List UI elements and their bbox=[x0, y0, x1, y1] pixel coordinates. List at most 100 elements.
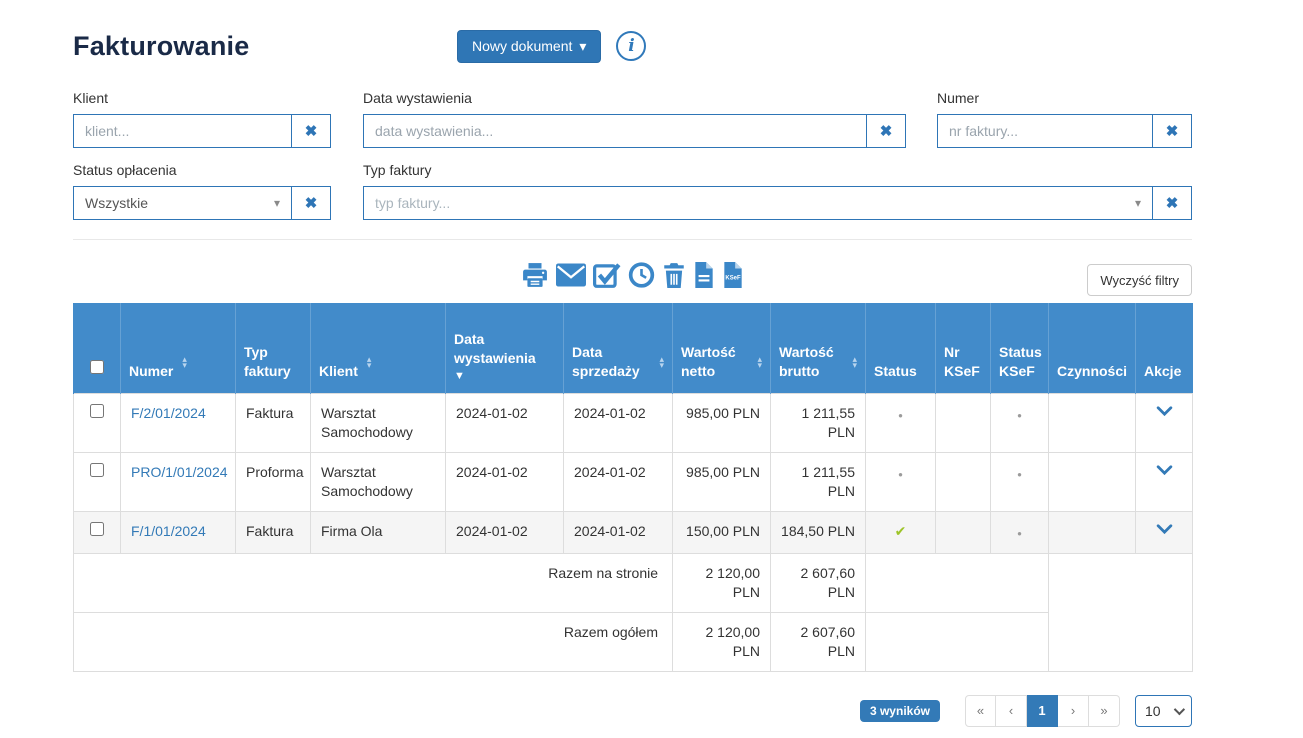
cell-wartosc-netto: 150,00 PLN bbox=[673, 511, 771, 553]
klient-clear-button[interactable]: ✖ bbox=[291, 114, 331, 148]
ksef-status-icon bbox=[1017, 405, 1022, 421]
ksef-status-icon bbox=[1017, 523, 1022, 539]
summary-page-netto: 2 120,00 PLN bbox=[673, 553, 771, 612]
row-actions-button[interactable] bbox=[1154, 522, 1175, 537]
document-icon bbox=[693, 262, 715, 288]
table-footer: 3 wyników « ‹ 1 › » 10 bbox=[73, 695, 1192, 727]
export-document-button[interactable] bbox=[692, 262, 716, 288]
summary-row-page: Razem na stronie 2 120,00 PLN 2 607,60 P… bbox=[74, 553, 1193, 612]
clear-x-icon: ✖ bbox=[880, 122, 893, 140]
data-wystawienia-filter-input[interactable] bbox=[363, 114, 867, 148]
ksef-document-icon: KSeF bbox=[722, 262, 744, 288]
pagination-prev-button[interactable]: ‹ bbox=[996, 695, 1027, 727]
status-oplacenia-clear-button[interactable]: ✖ bbox=[291, 186, 331, 220]
trash-icon bbox=[662, 262, 686, 288]
cell-czynnosci bbox=[1049, 511, 1136, 553]
delete-button[interactable] bbox=[661, 262, 687, 288]
ksef-icon-label: KSeF bbox=[725, 275, 741, 281]
row-checkbox[interactable] bbox=[90, 404, 104, 418]
cell-typ-faktury: Faktura bbox=[236, 511, 311, 553]
clear-filters-button[interactable]: Wyczyść filtry bbox=[1087, 264, 1192, 296]
page-size-select[interactable]: 10 bbox=[1135, 695, 1192, 727]
pagination-first-button[interactable]: « bbox=[965, 695, 996, 727]
numer-clear-button[interactable]: ✖ bbox=[1152, 114, 1192, 148]
sort-icon: ▴▾ bbox=[757, 356, 762, 368]
caret-down-icon: ▾ bbox=[274, 196, 280, 210]
cell-data-sprzedazy: 2024-01-02 bbox=[564, 511, 673, 553]
bulk-actions-toolbar: KSeF Wyczyść filtry bbox=[73, 262, 1192, 298]
column-header-klient[interactable]: Klient ▴▾ bbox=[311, 303, 446, 393]
ksef-send-button[interactable]: KSeF bbox=[721, 262, 745, 288]
summary-page-brutto: 2 607,60 PLN bbox=[771, 553, 866, 612]
cell-data-wystawienia: 2024-01-02 bbox=[446, 511, 564, 553]
row-checkbox[interactable] bbox=[90, 463, 104, 477]
mark-paid-button[interactable] bbox=[592, 262, 622, 288]
chevron-down-icon bbox=[1174, 703, 1185, 714]
payment-status-icon bbox=[898, 464, 903, 480]
column-header-typ-faktury: Typ faktury bbox=[236, 303, 311, 393]
sort-icon: ▴▾ bbox=[659, 356, 664, 368]
clear-x-icon: ✖ bbox=[1166, 122, 1179, 140]
clear-x-icon: ✖ bbox=[305, 122, 318, 140]
pagination-page-1-button[interactable]: 1 bbox=[1027, 695, 1058, 727]
column-header-data-wystawienia[interactable]: Data wystawienia ▼ bbox=[446, 303, 564, 393]
cell-wartosc-brutto: 1 211,55 PLN bbox=[771, 393, 866, 452]
clock-icon bbox=[628, 262, 655, 288]
invoice-number-link[interactable]: F/2/01/2024 bbox=[131, 405, 206, 421]
klient-filter-input[interactable] bbox=[73, 114, 292, 148]
column-header-czynnosci: Czynności bbox=[1049, 303, 1136, 393]
column-header-wartosc-brutto[interactable]: Wartość brutto ▴▾ bbox=[771, 303, 866, 393]
cell-nr-ksef bbox=[936, 452, 991, 511]
clear-x-icon: ✖ bbox=[1166, 194, 1179, 212]
cell-czynnosci bbox=[1049, 452, 1136, 511]
numer-filter-input[interactable] bbox=[937, 114, 1153, 148]
column-header-wartosc-netto[interactable]: Wartość netto ▴▾ bbox=[673, 303, 771, 393]
history-button[interactable] bbox=[627, 262, 656, 288]
status-oplacenia-select[interactable]: Wszystkie ▾ bbox=[73, 186, 292, 220]
cell-nr-ksef bbox=[936, 393, 991, 452]
cell-czynnosci bbox=[1049, 393, 1136, 452]
print-button[interactable] bbox=[520, 262, 550, 288]
pagination-next-button[interactable]: › bbox=[1058, 695, 1089, 727]
summary-total-label: Razem ogółem bbox=[74, 612, 673, 671]
data-wystawienia-clear-button[interactable]: ✖ bbox=[866, 114, 906, 148]
typ-faktury-clear-button[interactable]: ✖ bbox=[1152, 186, 1192, 220]
typ-faktury-filter-label: Typ faktury bbox=[363, 162, 1192, 179]
info-icon[interactable]: i bbox=[616, 31, 646, 61]
cell-wartosc-netto: 985,00 PLN bbox=[673, 452, 771, 511]
invoice-number-link[interactable]: PRO/1/01/2024 bbox=[131, 464, 228, 480]
chevron-down-icon bbox=[1156, 524, 1173, 535]
caret-down-icon: ▾ bbox=[1135, 196, 1141, 210]
filters-divider bbox=[73, 239, 1192, 240]
column-header-numer[interactable]: Numer ▴▾ bbox=[121, 303, 236, 393]
cell-klient: Warsztat Samochodowy bbox=[311, 452, 446, 511]
cell-data-wystawienia: 2024-01-02 bbox=[446, 452, 564, 511]
ksef-status-icon bbox=[1017, 464, 1022, 480]
row-checkbox[interactable] bbox=[90, 522, 104, 536]
sort-desc-active-icon: ▼ bbox=[454, 371, 555, 381]
pagination-last-button[interactable]: » bbox=[1089, 695, 1120, 727]
sort-icon: ▴▾ bbox=[367, 356, 372, 368]
column-header-nr-ksef: Nr KSeF bbox=[936, 303, 991, 393]
row-actions-button[interactable] bbox=[1154, 404, 1175, 419]
summary-empty-cell bbox=[1049, 553, 1193, 671]
numer-filter-label: Numer bbox=[937, 90, 1192, 107]
payment-status-icon bbox=[895, 523, 907, 539]
results-count-badge: 3 wyników bbox=[860, 700, 940, 722]
sort-icon: ▴▾ bbox=[852, 356, 857, 368]
column-header-data-sprzedazy[interactable]: Data sprzedaży ▴▾ bbox=[564, 303, 673, 393]
invoices-table: Numer ▴▾ Typ faktury Klient ▴▾ Data wyst… bbox=[73, 303, 1193, 672]
invoice-number-link[interactable]: F/1/01/2024 bbox=[131, 523, 206, 539]
page-title: Fakturowanie bbox=[73, 31, 457, 62]
status-oplacenia-value: Wszystkie bbox=[85, 195, 148, 211]
row-actions-button[interactable] bbox=[1154, 463, 1175, 478]
caret-down-icon: ▾ bbox=[579, 38, 586, 55]
select-all-checkbox[interactable] bbox=[90, 360, 104, 374]
summary-page-label: Razem na stronie bbox=[74, 553, 673, 612]
summary-total-netto: 2 120,00 PLN bbox=[673, 612, 771, 671]
email-button[interactable] bbox=[555, 262, 587, 288]
new-document-label: Nowy dokument bbox=[472, 38, 572, 54]
typ-faktury-select[interactable]: typ faktury... ▾ bbox=[363, 186, 1153, 220]
info-icon-glyph: i bbox=[628, 36, 634, 56]
new-document-button[interactable]: Nowy dokument ▾ bbox=[457, 30, 601, 63]
